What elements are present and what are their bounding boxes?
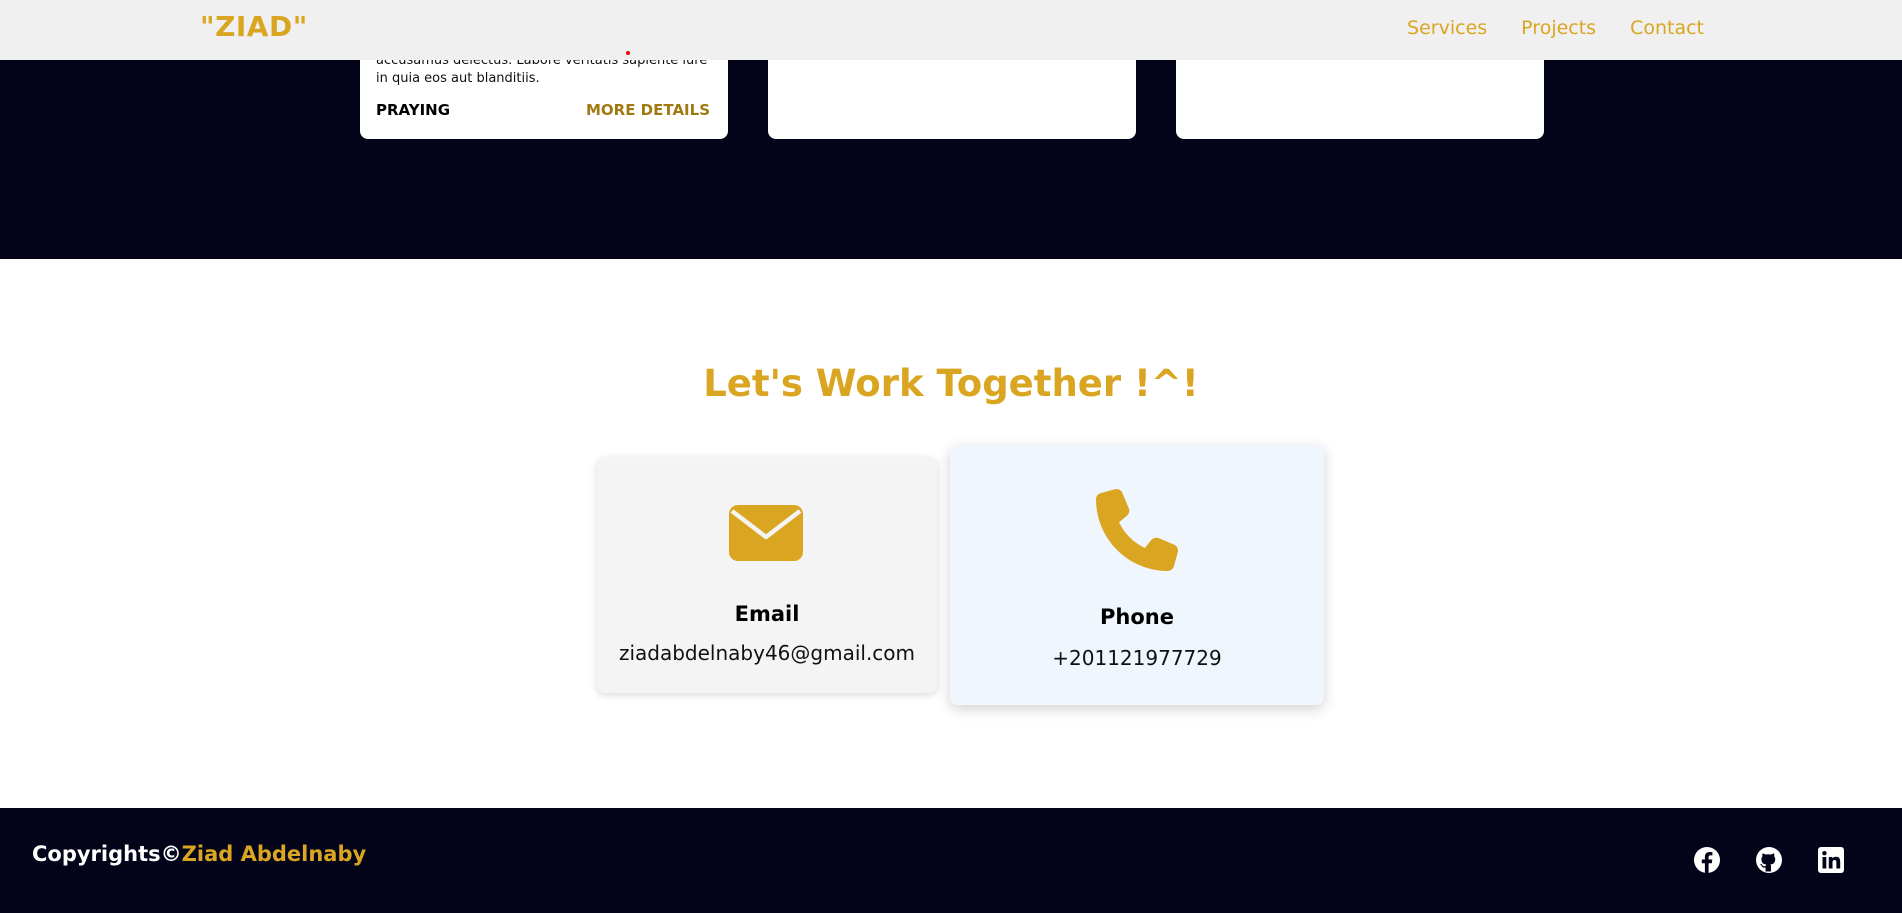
phone-value[interactable]: +201121977729	[950, 646, 1324, 670]
social-links	[1693, 846, 1845, 874]
phone-icon	[1096, 488, 1179, 575]
nav-projects[interactable]: Projects	[1521, 17, 1596, 39]
envelope-icon	[729, 505, 803, 565]
contact-title: Let's Work Together !^!	[703, 362, 1199, 405]
email-value[interactable]: ziadabdelnaby46@gmail.com	[597, 641, 937, 665]
facebook-icon[interactable]	[1693, 846, 1721, 874]
copyright: Copyrights©Ziad Abdelnaby	[32, 842, 366, 866]
copyright-name: Ziad Abdelnaby	[181, 842, 367, 866]
main-nav: Services Projects Contact	[1407, 17, 1704, 39]
nav-services[interactable]: Services	[1407, 17, 1487, 39]
phone-label: Phone	[1100, 605, 1174, 629]
github-icon[interactable]	[1755, 846, 1783, 874]
phone-card[interactable]: Phone +201121977729	[950, 445, 1324, 705]
email-label: Email	[734, 602, 800, 626]
linkedin-icon[interactable]	[1817, 846, 1845, 874]
site-header: "ZIAD" Services Projects Contact	[0, 0, 1902, 60]
site-logo[interactable]: "ZIAD"	[200, 10, 308, 43]
cursor-dot	[626, 51, 630, 55]
email-card[interactable]: Email ziadabdelnaby46@gmail.com	[597, 457, 937, 693]
copyright-prefix: Copyrights©	[32, 842, 182, 866]
nav-contact[interactable]: Contact	[1630, 17, 1704, 39]
project-card-tag: PRAYING	[376, 101, 451, 119]
site-footer: Copyrights©Ziad Abdelnaby	[0, 808, 1902, 913]
more-details-link[interactable]: MORE DETAILS	[586, 101, 710, 119]
